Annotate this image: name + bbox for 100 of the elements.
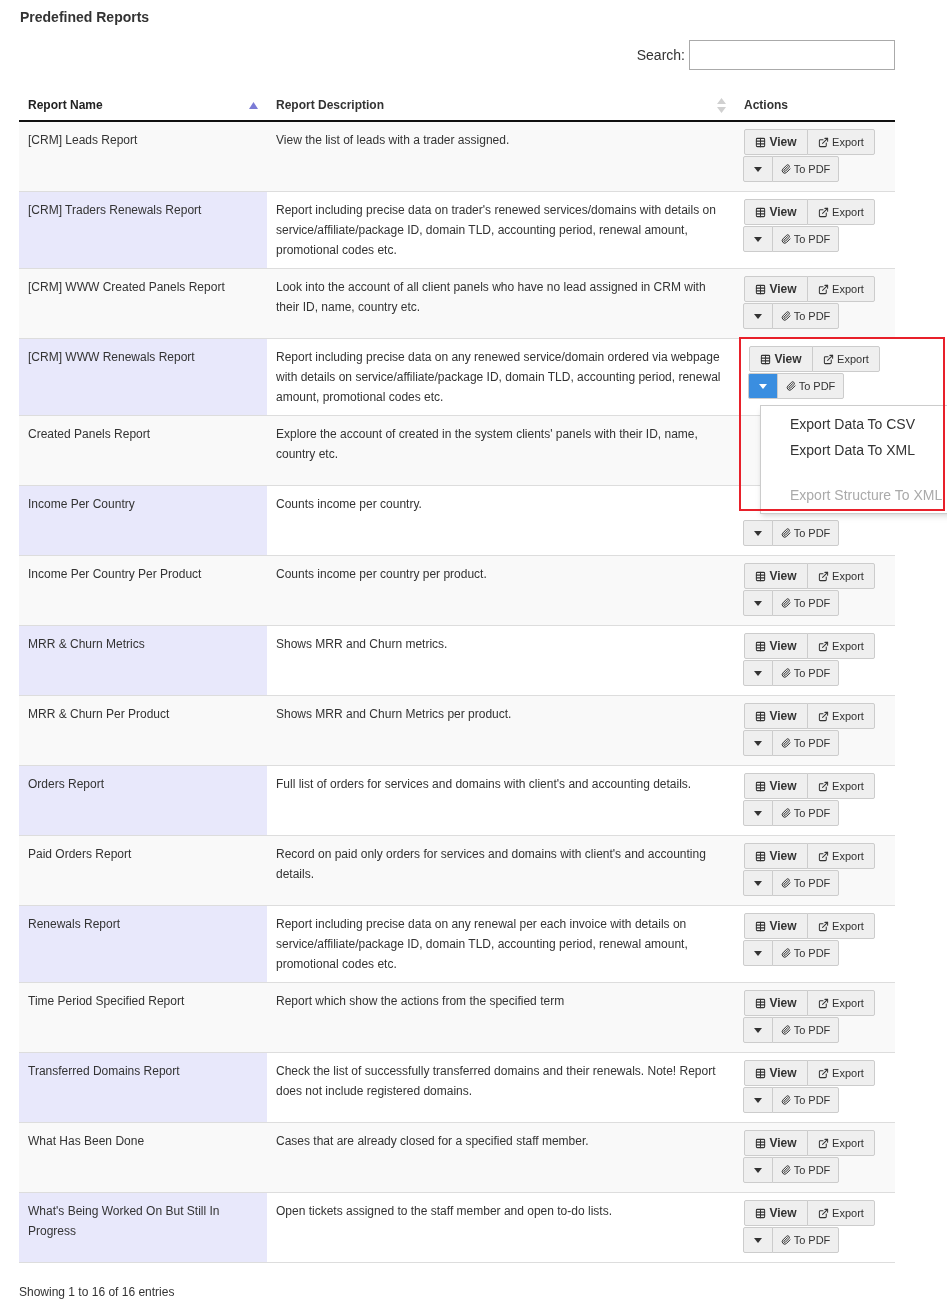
report-description: Shows MRR and Churn Metrics per product. bbox=[276, 707, 512, 721]
table-icon bbox=[755, 710, 767, 722]
view-button[interactable]: View bbox=[744, 129, 808, 155]
dropdown-toggle[interactable] bbox=[743, 226, 773, 252]
export-button[interactable]: Export bbox=[807, 276, 875, 302]
pdf-button[interactable]: To PDF bbox=[772, 520, 839, 546]
report-name: Income Per Country Per Product bbox=[28, 567, 202, 581]
caret-icon bbox=[754, 313, 762, 319]
export-button[interactable]: Export bbox=[807, 1130, 875, 1156]
dropdown-toggle[interactable] bbox=[743, 800, 773, 826]
report-description: Check the list of successfully transferred domains and their renewals. Note! Report does not include registered domains. bbox=[276, 1064, 716, 1098]
view-button[interactable]: View bbox=[744, 1060, 808, 1086]
column-header: Actions bbox=[744, 97, 788, 114]
export-button[interactable]: Export bbox=[807, 703, 875, 729]
report-name: What's Being Worked On But Still In Progress bbox=[28, 1204, 220, 1238]
pdf-button[interactable]: To PDF bbox=[772, 940, 839, 966]
table-icon bbox=[755, 997, 767, 1009]
export-button[interactable]: Export bbox=[807, 129, 875, 155]
table-icon bbox=[755, 1207, 767, 1219]
external-link-icon bbox=[818, 710, 830, 722]
dropdown-toggle[interactable] bbox=[743, 940, 773, 966]
dropdown-toggle[interactable] bbox=[743, 1157, 773, 1183]
dropdown-toggle[interactable] bbox=[743, 1087, 773, 1113]
dropdown-toggle[interactable] bbox=[743, 1017, 773, 1043]
pdf-button[interactable]: To PDF bbox=[772, 303, 839, 329]
paperclip-icon bbox=[780, 1095, 791, 1105]
report-name: MRR & Churn Metrics bbox=[28, 637, 145, 651]
view-button[interactable]: View bbox=[744, 1130, 808, 1156]
dropdown-toggle[interactable] bbox=[743, 156, 773, 182]
external-link-icon bbox=[818, 1207, 830, 1219]
export-button[interactable]: Export bbox=[807, 773, 875, 799]
report-description: Cases that are already closed for a specified staff member. bbox=[276, 1134, 589, 1148]
pdf-button[interactable]: To PDF bbox=[772, 226, 839, 252]
export-button[interactable]: Export bbox=[812, 346, 880, 372]
report-description: Report including precise data on any renewal per each invoice with details on service/affiliate/package ID, domain TLD, accounting period, renewal amount, promotional codes etc. bbox=[276, 917, 688, 971]
pdf-button[interactable]: To PDF bbox=[772, 730, 839, 756]
view-button[interactable]: View bbox=[744, 1200, 808, 1226]
dropdown-toggle[interactable] bbox=[748, 373, 778, 399]
report-description: Counts income per country. bbox=[276, 497, 422, 511]
pdf-button[interactable]: To PDF bbox=[772, 590, 839, 616]
report-name: [CRM] Leads Report bbox=[28, 133, 138, 147]
view-button[interactable]: View bbox=[744, 773, 808, 799]
report-description: Explore the account of created in the system clients' panels with their ID, name, country etc. bbox=[276, 427, 698, 461]
pdf-button[interactable]: To PDF bbox=[772, 800, 839, 826]
menu-item[interactable]: Export Data To XML bbox=[761, 437, 947, 463]
report-description: View the list of leads with a trader assigned. bbox=[276, 133, 510, 147]
report-description: Report including precise data on trader's renewed services/domains with details on service/affiliate/package ID, domain TLD, accounting period, renewal amount, promotional codes etc. bbox=[276, 203, 716, 257]
caret-icon bbox=[754, 880, 762, 886]
pdf-button[interactable]: To PDF bbox=[772, 1017, 839, 1043]
table-icon bbox=[755, 570, 767, 582]
view-button[interactable]: View bbox=[744, 990, 808, 1016]
pdf-button[interactable]: To PDF bbox=[772, 1157, 839, 1183]
export-button[interactable]: Export bbox=[807, 990, 875, 1016]
view-button[interactable]: View bbox=[749, 346, 813, 372]
export-button[interactable]: Export bbox=[807, 563, 875, 589]
pdf-button[interactable]: To PDF bbox=[772, 1227, 839, 1253]
view-button[interactable]: View bbox=[744, 703, 808, 729]
view-button[interactable]: View bbox=[744, 843, 808, 869]
paperclip-icon bbox=[780, 738, 791, 748]
report-name: Time Period Specified Report bbox=[28, 994, 185, 1008]
dropdown-toggle[interactable] bbox=[743, 870, 773, 896]
export-button[interactable]: Export bbox=[807, 633, 875, 659]
view-button[interactable]: View bbox=[744, 276, 808, 302]
export-button[interactable]: Export bbox=[807, 1060, 875, 1086]
caret-icon bbox=[754, 810, 762, 816]
view-button[interactable]: View bbox=[744, 199, 808, 225]
paperclip-icon bbox=[785, 381, 796, 391]
page-title: Predefined Reports bbox=[20, 8, 151, 27]
search-field[interactable] bbox=[689, 40, 895, 70]
caret-icon bbox=[754, 1237, 762, 1243]
external-link-icon bbox=[818, 997, 830, 1009]
column-header[interactable]: Report Description bbox=[267, 90, 735, 120]
dropdown-toggle[interactable] bbox=[743, 660, 773, 686]
paperclip-icon bbox=[780, 878, 791, 888]
export-button[interactable]: Export bbox=[807, 199, 875, 225]
pdf-button[interactable]: To PDF bbox=[772, 156, 839, 182]
column-header[interactable]: Report Name bbox=[19, 90, 267, 120]
pdf-button[interactable]: To PDF bbox=[772, 870, 839, 896]
dropdown-toggle[interactable] bbox=[743, 303, 773, 329]
dropdown-toggle[interactable] bbox=[743, 1227, 773, 1253]
paperclip-icon bbox=[780, 234, 791, 244]
view-button[interactable]: View bbox=[744, 633, 808, 659]
paperclip-icon bbox=[780, 1025, 791, 1035]
pdf-button[interactable]: To PDF bbox=[777, 373, 844, 399]
dropdown-toggle[interactable] bbox=[743, 590, 773, 616]
view-button[interactable]: View bbox=[744, 913, 808, 939]
view-button[interactable]: View bbox=[744, 563, 808, 589]
table-icon bbox=[760, 353, 772, 365]
table-icon bbox=[755, 283, 767, 295]
export-button[interactable]: Export bbox=[807, 1200, 875, 1226]
table-icon bbox=[755, 1067, 767, 1079]
table-icon bbox=[755, 780, 767, 792]
pdf-button[interactable]: To PDF bbox=[772, 660, 839, 686]
menu-item[interactable]: Export Data To CSV bbox=[761, 411, 947, 437]
dropdown-toggle[interactable] bbox=[743, 520, 773, 546]
dropdown-toggle[interactable] bbox=[743, 730, 773, 756]
export-button[interactable]: Export bbox=[807, 913, 875, 939]
pdf-button[interactable]: To PDF bbox=[772, 1087, 839, 1113]
report-name: Transferred Domains Report bbox=[28, 1064, 180, 1078]
export-button[interactable]: Export bbox=[807, 843, 875, 869]
